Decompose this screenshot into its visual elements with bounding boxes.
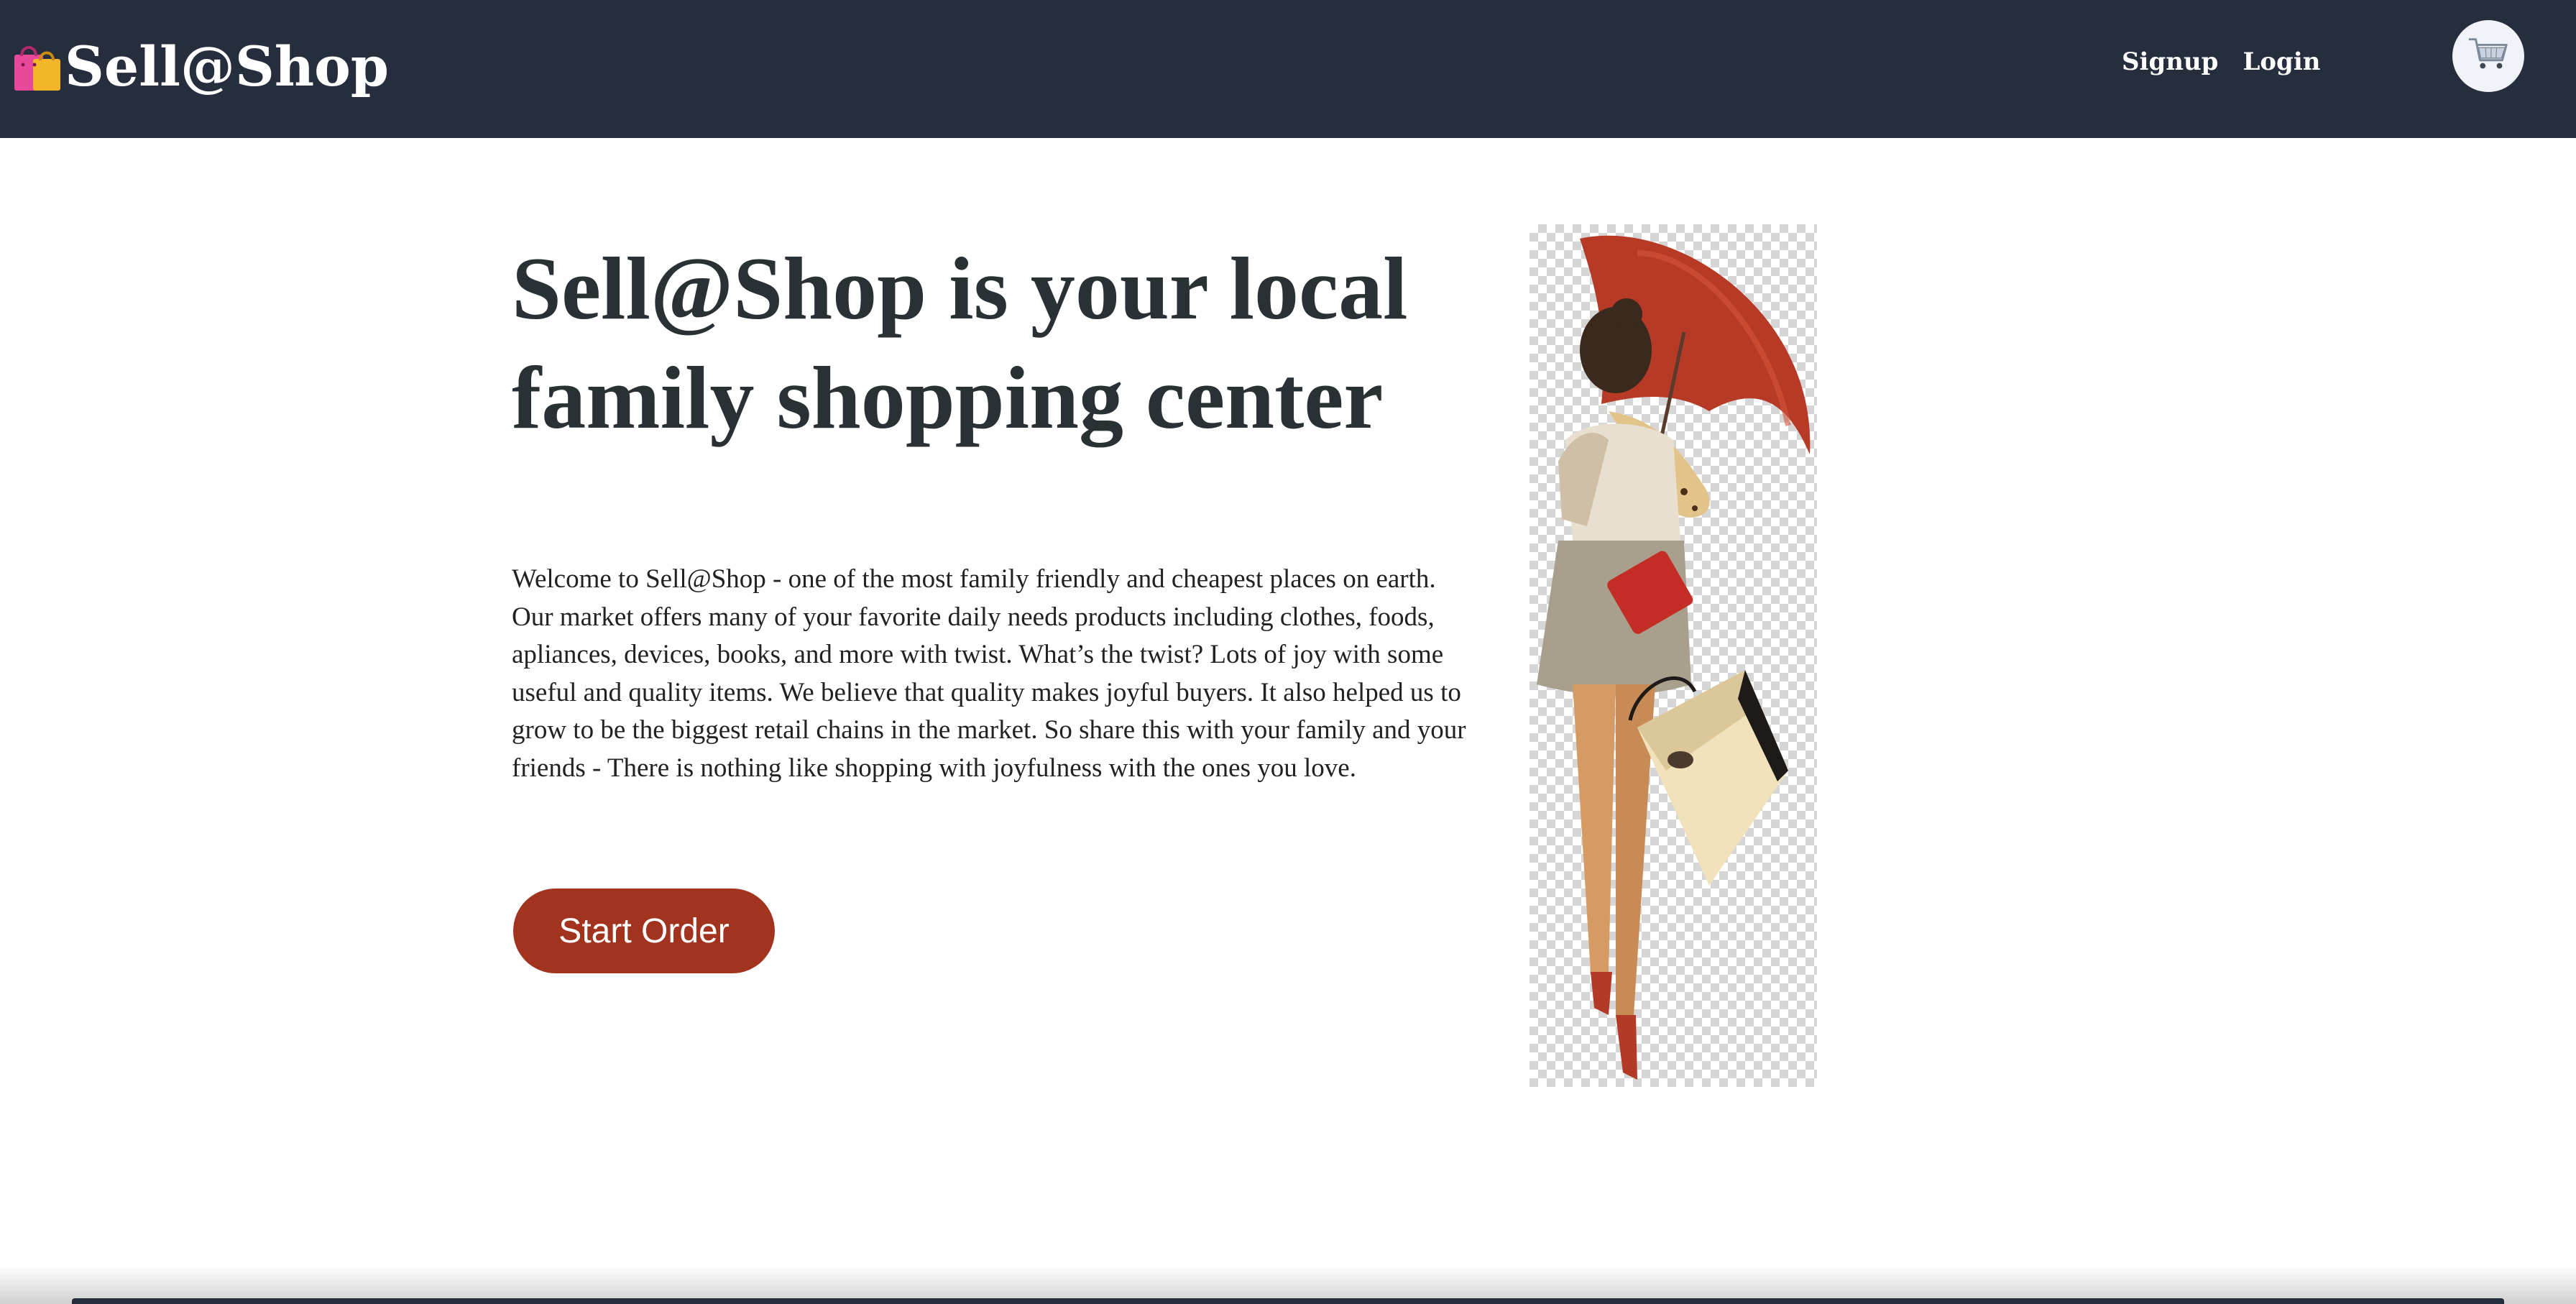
nav-links: Signup Login (2122, 47, 2320, 76)
top-navbar: Sell@Shop Signup Login (0, 0, 2576, 138)
brand-name: Sell@Shop (65, 34, 389, 98)
hero-title: Sell@Shop is your local family shopping … (512, 239, 1408, 447)
signup-link[interactable]: Signup (2122, 47, 2218, 76)
hero-description: Welcome to Sell@Shop - one of the most f… (512, 564, 1466, 783)
shopping-bags-icon (12, 39, 63, 93)
brand-logo-link[interactable]: Sell@Shop (12, 32, 389, 101)
hero-illustration (1530, 224, 1817, 1087)
start-order-button[interactable]: Start Order (513, 889, 775, 973)
cart-button[interactable] (2452, 20, 2524, 92)
footer-bar (72, 1298, 2504, 1304)
login-link[interactable]: Login (2242, 47, 2320, 76)
shopping-cart-icon (2466, 32, 2511, 80)
